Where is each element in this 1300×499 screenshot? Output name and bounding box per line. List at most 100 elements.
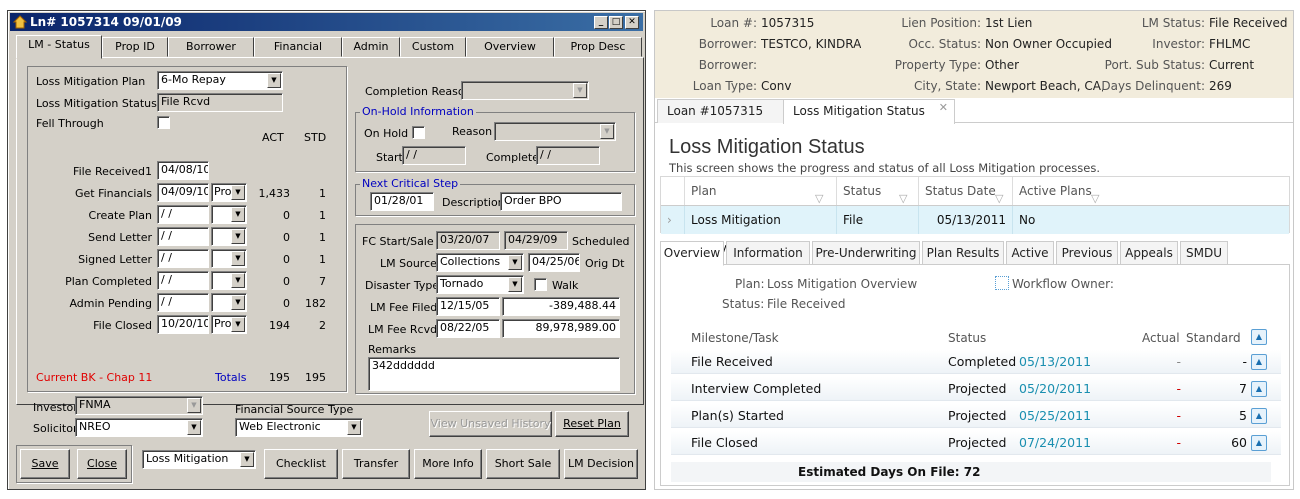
- critical-date-input[interactable]: 01/28/01: [370, 192, 434, 211]
- close-button[interactable]: Close: [77, 449, 127, 479]
- description-input[interactable]: Order BPO: [500, 192, 622, 211]
- milestone-date-input[interactable]: / /: [157, 271, 209, 290]
- cell-status-date[interactable]: 05/13/2011: [919, 206, 1013, 234]
- subtab-information[interactable]: Information: [726, 241, 810, 265]
- milestone-row[interactable]: Interview Completed Projected 05/20/2011…: [671, 377, 1281, 401]
- checklist-button[interactable]: Checklist: [264, 449, 338, 479]
- row-expand-icon[interactable]: ›: [661, 206, 685, 234]
- subtab-plan-results[interactable]: Plan Results: [922, 241, 1004, 265]
- investor-select[interactable]: FNMA ▼: [75, 396, 203, 415]
- tab-admin[interactable]: Admin: [342, 37, 400, 57]
- chevron-down-icon[interactable]: ▼: [231, 251, 245, 266]
- milestone-date[interactable]: 05/20/2011: [1019, 377, 1091, 401]
- subtab-active[interactable]: Active: [1006, 241, 1054, 265]
- save-button[interactable]: Save: [20, 449, 70, 479]
- chevron-down-icon[interactable]: ▼: [600, 124, 614, 139]
- chevron-down-icon[interactable]: ▼: [231, 207, 245, 222]
- milestone-row[interactable]: Plan(s) Started Projected 05/25/2011 - 5…: [671, 404, 1281, 428]
- tab-financial[interactable]: Financial: [254, 37, 342, 57]
- milestone-date[interactable]: 05/13/2011: [1019, 350, 1091, 374]
- module-select[interactable]: Loss Mitigation ▼: [142, 450, 256, 469]
- milestone-date-input[interactable]: 04/08/10: [157, 161, 209, 180]
- chevron-down-icon[interactable]: ▼: [231, 317, 245, 332]
- close-window-button[interactable]: ✕: [625, 16, 639, 29]
- chevron-down-icon[interactable]: ▼: [573, 83, 587, 98]
- col-plan[interactable]: Plan ▽: [685, 177, 837, 205]
- col-status-date[interactable]: Status Date ▽: [919, 177, 1013, 205]
- sort-up-icon[interactable]: ▲: [1251, 329, 1267, 345]
- tab-custom[interactable]: Custom: [400, 37, 466, 57]
- more-info-button[interactable]: More Info: [414, 449, 482, 479]
- financial-source-select[interactable]: Web Electronic ▼: [235, 418, 363, 437]
- tab-borrower[interactable]: Borrower: [168, 37, 254, 57]
- milestone-date-input[interactable]: / /: [157, 249, 209, 268]
- lm-decision-button[interactable]: LM Decision: [564, 449, 638, 479]
- disaster-type-select[interactable]: Tornado ▼: [436, 275, 524, 294]
- sort-up-icon[interactable]: ▲: [1251, 435, 1267, 451]
- transfer-button[interactable]: Transfer: [342, 449, 410, 479]
- chevron-down-icon[interactable]: ▼: [187, 398, 201, 413]
- milestone-type-select[interactable]: ▼: [211, 205, 247, 224]
- chevron-down-icon[interactable]: ▼: [347, 420, 361, 435]
- on-hold-checkbox[interactable]: [412, 126, 425, 139]
- cell-plan[interactable]: Loss Mitigation Overview: [685, 206, 837, 255]
- sort-up-icon[interactable]: ▲: [1251, 354, 1267, 370]
- reason-select[interactable]: ▼: [494, 122, 616, 141]
- sort-up-icon[interactable]: ▲: [1251, 381, 1267, 397]
- chevron-down-icon[interactable]: ▼: [508, 277, 522, 292]
- milestone-date[interactable]: 05/25/2011: [1019, 404, 1091, 428]
- chevron-down-icon[interactable]: ▼: [231, 295, 245, 310]
- chevron-down-icon[interactable]: ▼: [508, 255, 522, 270]
- fee-rcvd-date[interactable]: 08/22/05: [436, 319, 500, 338]
- milestone-date-input[interactable]: / /: [157, 227, 209, 246]
- remarks-textarea[interactable]: 342dddddd: [368, 357, 620, 391]
- reset-plan-button[interactable]: Reset Plan: [555, 411, 629, 437]
- fell-through-checkbox[interactable]: [157, 116, 170, 129]
- plan-select[interactable]: 6-Mo Repay ▼: [157, 71, 283, 90]
- solicitor-select[interactable]: NREO ▼: [75, 418, 203, 437]
- chevron-down-icon[interactable]: ▼: [231, 185, 245, 200]
- col-status[interactable]: Status ▽: [837, 177, 919, 205]
- tab-prop-id[interactable]: Prop ID: [102, 37, 168, 57]
- milestone-row[interactable]: File Received Completed 05/13/2011 - - ▲: [671, 350, 1281, 374]
- cell-status[interactable]: File Received: [837, 206, 919, 255]
- milestone-type-select[interactable]: ▼: [211, 293, 247, 312]
- short-sale-button[interactable]: Short Sale: [486, 449, 560, 479]
- workflow-owner-icon[interactable]: [995, 276, 1009, 290]
- milestone-type-select[interactable]: ▼: [211, 271, 247, 290]
- fee-filed-amount[interactable]: -389,488.44: [502, 297, 620, 316]
- milestone-date[interactable]: 07/24/2011: [1019, 431, 1091, 455]
- subtab-previous[interactable]: Previous: [1056, 241, 1118, 265]
- fee-rcvd-amount[interactable]: 89,978,989.00: [502, 319, 620, 338]
- fee-filed-date[interactable]: 12/15/05: [436, 297, 500, 316]
- view-unsaved-history-button[interactable]: View Unsaved History: [429, 411, 552, 437]
- sort-up-icon[interactable]: ▲: [1251, 408, 1267, 424]
- tab-loan[interactable]: Loan #1057315: [657, 99, 785, 123]
- col-active-plans[interactable]: Active Plans ▽: [1013, 177, 1289, 205]
- milestone-date-input[interactable]: 10/20/10: [157, 315, 209, 334]
- subtab-appeals[interactable]: Appeals: [1120, 241, 1178, 265]
- milestone-type-select[interactable]: ▼: [211, 249, 247, 268]
- milestone-type-select[interactable]: Pro ▼: [211, 183, 247, 202]
- chevron-down-icon[interactable]: ▼: [187, 420, 201, 435]
- milestone-date-input[interactable]: 04/09/10: [157, 183, 209, 202]
- tab-prop-desc[interactable]: Prop Desc: [554, 37, 642, 57]
- orig-date-input[interactable]: 04/25/06: [528, 253, 580, 272]
- milestone-date-input[interactable]: / /: [157, 205, 209, 224]
- subtab-pre-underwriting[interactable]: Pre-Underwriting: [812, 241, 920, 265]
- chevron-down-icon[interactable]: ▼: [231, 273, 245, 288]
- subtab-smdu[interactable]: SMDU: [1180, 241, 1228, 265]
- milestone-row[interactable]: File Closed Projected 07/24/2011 - 60 ▲: [671, 431, 1281, 455]
- chevron-down-icon[interactable]: ▼: [240, 452, 254, 467]
- subtab-overview[interactable]: Overview: [660, 241, 724, 266]
- lm-source-select[interactable]: Collections ▼: [436, 253, 524, 272]
- tab-lm-status[interactable]: LM - Status: [16, 35, 102, 59]
- title-bar[interactable]: Ln# 1057314 09/01/09 _ □ ✕: [10, 13, 643, 31]
- milestone-type-select[interactable]: ▼: [211, 227, 247, 246]
- completion-reason-select[interactable]: ▼: [461, 81, 589, 100]
- milestone-type-select[interactable]: Pro ▼: [211, 315, 247, 334]
- chevron-down-icon[interactable]: ▼: [267, 73, 281, 88]
- tab-overview[interactable]: Overview: [466, 37, 554, 57]
- milestone-date-input[interactable]: / /: [157, 293, 209, 312]
- minimize-button[interactable]: _: [594, 16, 608, 29]
